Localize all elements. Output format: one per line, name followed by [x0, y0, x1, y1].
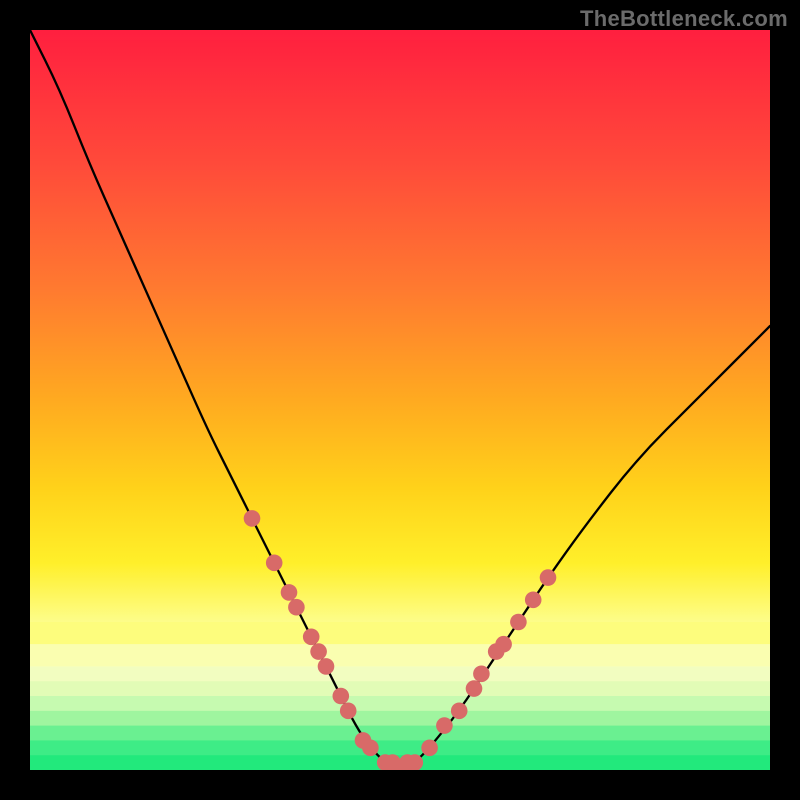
plot-area — [30, 30, 770, 770]
marker-dot — [466, 680, 483, 697]
gradient-bands — [30, 622, 770, 770]
band — [30, 696, 770, 711]
chart-svg — [30, 30, 770, 770]
marker-dot — [340, 703, 357, 720]
marker-dot — [266, 555, 283, 572]
marker-dot — [451, 703, 468, 720]
band — [30, 740, 770, 755]
marker-dot — [362, 740, 379, 757]
marker-dot — [303, 629, 320, 646]
marker-dot — [421, 740, 438, 757]
marker-dot — [288, 599, 305, 616]
band — [30, 726, 770, 741]
chart-frame: TheBottleneck.com — [0, 0, 800, 800]
marker-dot — [525, 592, 542, 609]
marker-dot — [333, 688, 350, 705]
watermark-text: TheBottleneck.com — [580, 6, 788, 32]
marker-dot — [244, 510, 261, 527]
band — [30, 644, 770, 666]
band — [30, 681, 770, 696]
marker-dot — [510, 614, 527, 631]
marker-dot — [540, 569, 557, 586]
marker-dot — [281, 584, 298, 601]
band — [30, 666, 770, 681]
marker-dot — [436, 717, 453, 734]
marker-dot — [310, 643, 327, 660]
band — [30, 711, 770, 726]
marker-dot — [473, 666, 490, 683]
band — [30, 622, 770, 644]
marker-dot — [495, 636, 512, 653]
marker-dot — [318, 658, 335, 675]
